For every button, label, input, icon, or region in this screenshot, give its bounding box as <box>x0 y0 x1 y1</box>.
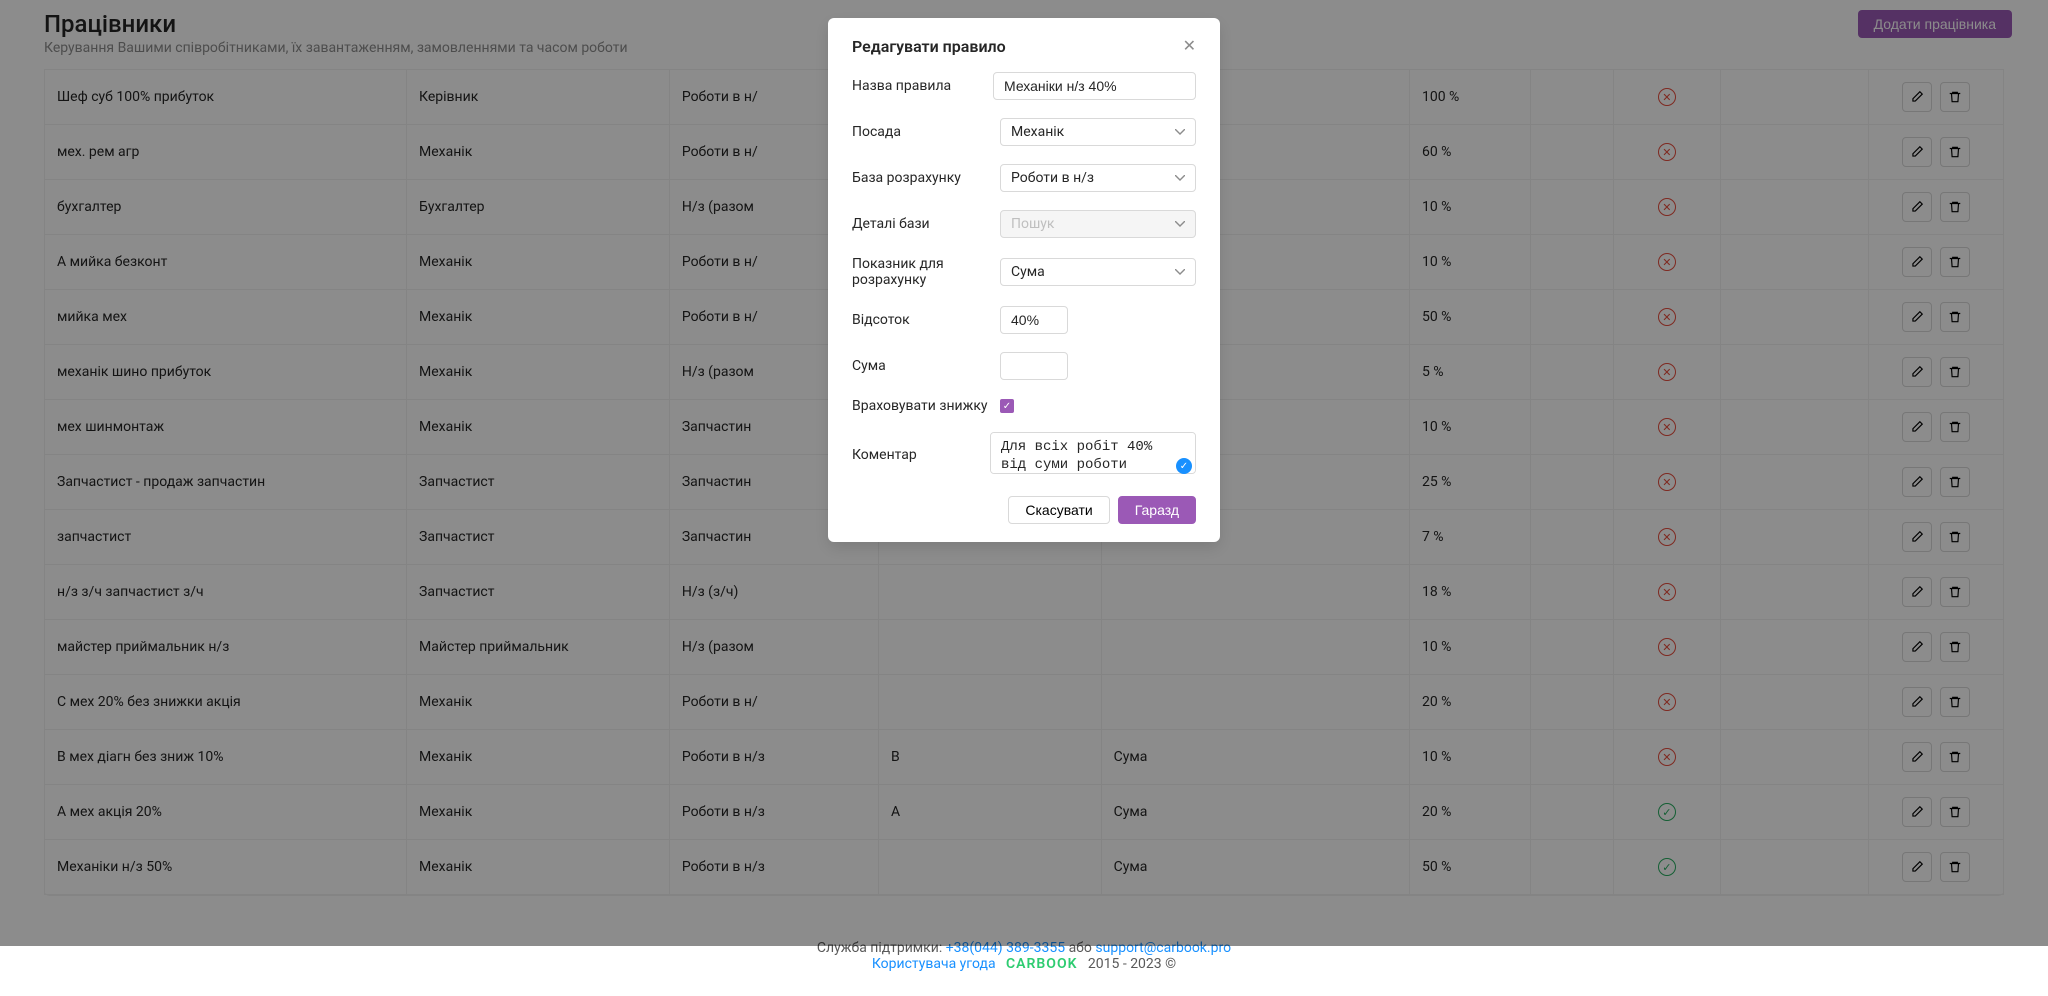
base-select[interactable]: Роботи в н/з <box>1000 164 1196 192</box>
agreement-link[interactable]: Користувача угода <box>872 956 996 972</box>
discount-label: Враховувати знижку <box>852 398 1000 414</box>
modal-overlay: Редагувати правило ✕ Назва правила Посад… <box>0 0 2048 946</box>
close-icon[interactable]: ✕ <box>1183 36 1196 56</box>
detail-label: Деталі бази <box>852 216 1000 232</box>
name-input[interactable] <box>993 72 1196 100</box>
copyright: 2015 - 2023 © <box>1088 956 1176 972</box>
name-label: Назва правила <box>852 78 993 94</box>
indicator-label: Показник для розрахунку <box>852 256 1000 288</box>
check-icon: ✓ <box>1176 458 1192 474</box>
position-select[interactable]: Механік <box>1000 118 1196 146</box>
comment-label: Коментар <box>852 447 990 463</box>
position-label: Посада <box>852 124 1000 140</box>
ok-button[interactable]: Гаразд <box>1118 496 1196 524</box>
sum-input[interactable] <box>1000 352 1068 380</box>
detail-select[interactable]: Пошук <box>1000 210 1196 238</box>
modal-title: Редагувати правило <box>852 37 1006 56</box>
indicator-select[interactable]: Сума <box>1000 258 1196 286</box>
percent-label: Відсоток <box>852 312 1000 328</box>
base-label: База розрахунку <box>852 170 1000 186</box>
discount-checkbox[interactable]: ✓ <box>1000 399 1014 413</box>
cancel-button[interactable]: Скасувати <box>1008 496 1109 524</box>
sum-label: Сума <box>852 358 1000 374</box>
comment-textarea[interactable] <box>990 432 1196 474</box>
logo: CARBOOK <box>1006 956 1077 972</box>
percent-input[interactable] <box>1000 306 1068 334</box>
edit-rule-modal: Редагувати правило ✕ Назва правила Посад… <box>828 18 1220 542</box>
